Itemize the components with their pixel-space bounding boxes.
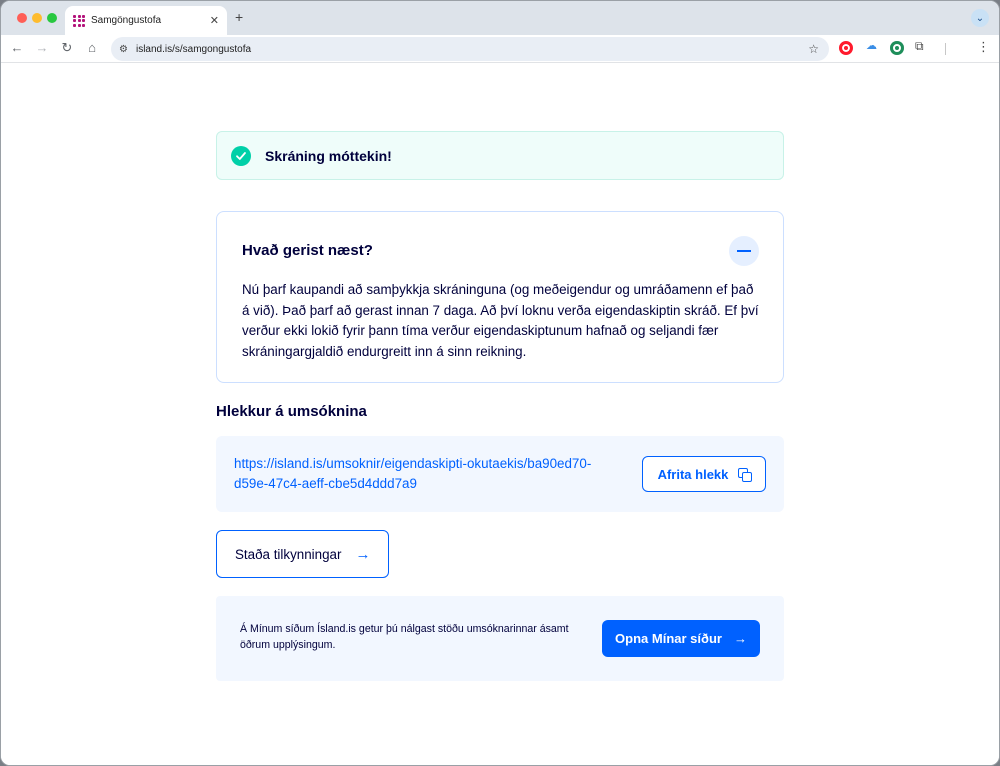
tab-search-button[interactable]: ⌄	[971, 9, 989, 27]
browser-menu-icon[interactable]: ⋮	[977, 39, 990, 55]
opera-extension-icon[interactable]	[839, 41, 853, 55]
url-text[interactable]: island.is/s/samgongustofa	[136, 44, 808, 55]
copy-icon	[738, 468, 753, 482]
next-steps-accordion: Hvað gerist næst? Nú þarf kaupandi að sa…	[216, 211, 784, 383]
check-circle-icon	[231, 145, 251, 166]
accordion-body: Nú þarf kaupandi að samþykkja skráningun…	[242, 282, 759, 359]
forward-icon[interactable]: →	[34, 40, 50, 55]
page-content: Skráning móttekin! Hvað gerist næst? Nú …	[1, 63, 999, 765]
link-heading: Hlekkur á umsóknina	[216, 403, 367, 420]
notification-status-button[interactable]: Staða tilkynningar →	[216, 530, 389, 578]
island-favicon-icon	[73, 14, 85, 27]
grammarly-extension-icon[interactable]	[890, 41, 904, 55]
arrow-right-icon: →	[355, 545, 371, 563]
tab-samgongustofa[interactable]: Samgöngustofa ✕	[65, 6, 227, 35]
collapse-minus-icon[interactable]	[729, 236, 759, 266]
copy-link-button[interactable]: Afrita hlekk	[642, 456, 766, 492]
success-alert: Skráning móttekin!	[216, 131, 784, 180]
bookmark-star-icon[interactable]: ☆	[808, 42, 819, 56]
alert-message: Skráning móttekin!	[265, 147, 392, 164]
open-my-pages-button[interactable]: Opna Mínar síður →	[602, 620, 760, 657]
reload-icon[interactable]: ↻	[59, 40, 75, 56]
accordion-title[interactable]: Hvað gerist næst?	[242, 242, 373, 259]
status-button-label: Staða tilkynningar	[235, 546, 342, 562]
toolbar-divider	[945, 43, 946, 55]
application-link[interactable]: https://island.is/umsoknir/eigendaskipti…	[234, 454, 624, 494]
address-bar[interactable]: ⚙ island.is/s/samgongustofa ☆	[111, 37, 829, 61]
cloud-extension-icon[interactable]: ☁	[866, 39, 880, 53]
new-tab-button[interactable]: +	[235, 9, 243, 25]
site-settings-icon[interactable]: ⚙	[119, 44, 128, 55]
back-icon[interactable]: ←	[9, 40, 25, 55]
browser-window: Samgöngustofa ✕ + ⌄ ← → ↻ ⌂ ⚙ island.is/…	[0, 0, 1000, 766]
copy-link-label: Afrita hlekk	[657, 466, 729, 482]
minimize-window-button[interactable]	[32, 13, 42, 23]
application-link-box: https://island.is/umsoknir/eigendaskipti…	[216, 436, 784, 512]
home-icon[interactable]: ⌂	[84, 40, 100, 55]
tab-strip: Samgöngustofa ✕ + ⌄	[1, 1, 999, 35]
arrow-right-icon: →	[733, 631, 747, 646]
browser-toolbar: ← → ↻ ⌂ ⚙ island.is/s/samgongustofa ☆ ☁ …	[1, 35, 999, 63]
maximize-window-button[interactable]	[47, 13, 57, 23]
my-pages-banner: Á Mínum síðum Ísland.is getur þú nálgast…	[216, 596, 784, 681]
close-tab-icon[interactable]: ✕	[210, 14, 219, 27]
open-my-pages-label: Opna Mínar síður	[615, 631, 722, 646]
my-pages-description: Á Mínum síðum Ísland.is getur þú nálgast…	[240, 623, 569, 651]
extensions-puzzle-icon[interactable]: ⧉	[915, 39, 929, 53]
tab-title: Samgöngustofa	[91, 15, 162, 26]
close-window-button[interactable]	[17, 13, 27, 23]
